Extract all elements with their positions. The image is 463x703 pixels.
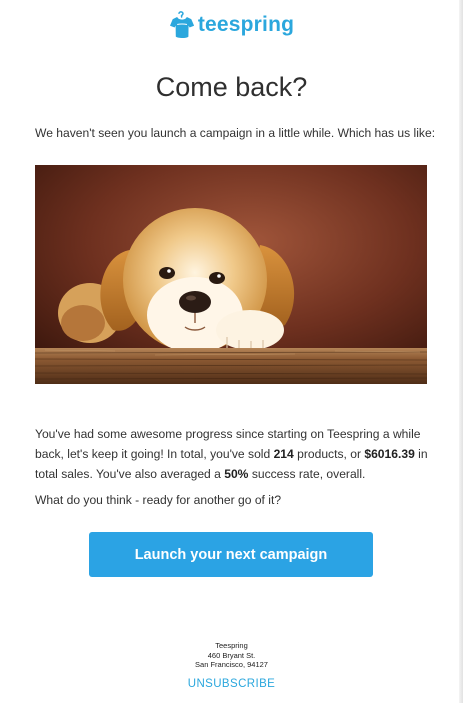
footer-address: Teespring 460 Bryant St. San Francisco, … (0, 641, 463, 670)
email-title: Come back? (155, 72, 308, 102)
puppy-photo (35, 165, 427, 384)
total-sales-value: $6016.39 (364, 447, 415, 461)
tshirt-hanger-icon (169, 11, 194, 39)
progress-summary: You've had some awesome progress since s… (35, 427, 428, 481)
email-header: teespring (0, 10, 463, 40)
launch-campaign-button[interactable]: Launch your next campaign (89, 532, 373, 577)
intro-text: We haven't seen you launch a campaign in… (35, 126, 436, 140)
success-rate-value: 50% (224, 467, 249, 481)
window-edge (459, 0, 463, 703)
question-text: What do you think - ready for another go… (35, 493, 282, 507)
footer-city: San Francisco, 94127 (195, 660, 268, 669)
teespring-logo[interactable]: teespring (169, 11, 294, 39)
unsubscribe-link[interactable]: UNSUBSCRIBE (0, 678, 463, 690)
products-sold-value: 214 (273, 447, 294, 461)
brand-name: teespring (197, 13, 295, 36)
footer-street: 460 Bryant St. (207, 650, 256, 660)
footer-company: Teespring (215, 641, 248, 650)
